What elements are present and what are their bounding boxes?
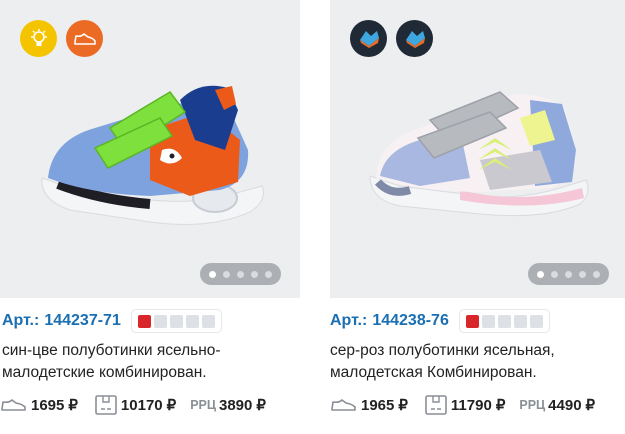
gallery-dot[interactable]: [565, 270, 572, 278]
box-price: 10170: [120, 396, 163, 414]
gallery-dot[interactable]: [251, 270, 258, 278]
stock-square: [137, 314, 151, 328]
product-card[interactable]: Арт.: 144237-71 син-цве полуботинки ясел…: [0, 0, 300, 434]
rrc-price: 4490: [548, 396, 582, 414]
box-price-icon: [94, 394, 118, 416]
stock-square: [481, 314, 495, 328]
pair-price-icon: [330, 397, 358, 413]
gallery-dot[interactable]: [265, 270, 272, 278]
article-row: Арт.: 144238-76: [330, 309, 550, 333]
product-name[interactable]: син-цве полуботинки ясельно- малодетские…: [2, 340, 298, 384]
gallery-dot[interactable]: [551, 270, 558, 278]
season-shoe-icon: [359, 30, 379, 48]
stock-indicator: [130, 309, 222, 333]
box-price-icon: [424, 394, 448, 416]
led-light-icon: [20, 20, 57, 57]
rrc-label: РРЦ: [519, 398, 546, 412]
gallery-pagination[interactable]: [528, 263, 609, 285]
shoe-icon: [73, 32, 96, 45]
pair-price: 1695: [31, 396, 65, 414]
box-price: 11790: [450, 396, 492, 414]
stock-square: [497, 314, 511, 328]
product-name-line: сер-роз полуботинки ясельная,: [330, 342, 555, 359]
pair-price-icon: [0, 397, 28, 413]
price-row: 1965 ₽ 11790 ₽ РРЦ 4490 ₽: [330, 394, 595, 416]
season-icon: [396, 20, 433, 57]
currency-symbol: ₽: [256, 397, 266, 414]
season-shoe-icon: [405, 30, 425, 48]
stock-square: [201, 314, 215, 328]
bulb-icon: [30, 28, 47, 46]
gallery-dot[interactable]: [223, 270, 230, 278]
article-number[interactable]: 144237-71: [44, 312, 121, 330]
gallery-dot[interactable]: [593, 270, 600, 278]
stock-square: [185, 314, 199, 328]
product-name-line: син-цве полуботинки ясельно-: [2, 342, 221, 359]
stock-square: [513, 314, 527, 328]
product-card[interactable]: Арт.: 144238-76 сер-роз полуботинки ясел…: [330, 0, 625, 434]
product-name-line: малодетские комбинирован.: [2, 364, 207, 381]
rrc-label: РРЦ: [190, 398, 216, 412]
stock-square: [153, 314, 167, 328]
stock-square: [465, 314, 479, 328]
sneaker-icon: [66, 20, 103, 57]
currency-symbol: ₽: [495, 397, 506, 414]
gallery-dot[interactable]: [537, 270, 544, 278]
stock-square: [169, 314, 183, 328]
rrc-price: 3890: [219, 396, 253, 414]
gallery-pagination[interactable]: [200, 263, 281, 285]
currency-symbol: ₽: [68, 397, 78, 414]
product-name[interactable]: сер-роз полуботинки ясельная, малодетска…: [330, 340, 625, 384]
article-label: Арт.:: [330, 312, 368, 329]
stock-indicator: [458, 309, 550, 333]
price-row: 1695 ₽ 10170 ₽ РРЦ 3890 ₽: [0, 394, 266, 416]
product-photo[interactable]: [330, 0, 625, 298]
pair-price: 1965: [361, 396, 395, 414]
currency-symbol: ₽: [166, 397, 177, 414]
currency-symbol: ₽: [398, 397, 408, 414]
gallery-dot[interactable]: [579, 270, 586, 278]
season-icon: [350, 20, 387, 57]
article-number[interactable]: 144238-76: [372, 312, 449, 330]
article-label: Арт.:: [2, 312, 40, 329]
product-name-line: малодетская Комбинирован.: [330, 364, 537, 381]
product-photo[interactable]: [0, 0, 300, 298]
article-row: Арт.: 144237-71: [2, 309, 222, 333]
currency-symbol: ₽: [585, 397, 596, 414]
gallery-dot[interactable]: [209, 270, 216, 278]
gallery-dot[interactable]: [237, 270, 244, 278]
stock-square: [529, 314, 543, 328]
